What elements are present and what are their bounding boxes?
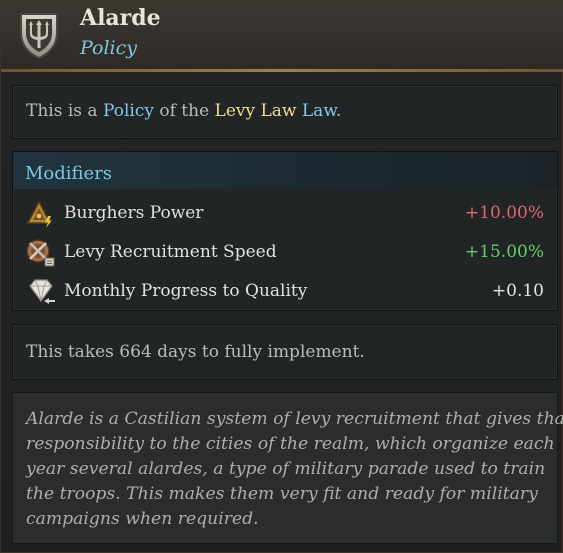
intro-panel: This is a Policy of the Levy Law Law.: [12, 85, 558, 139]
flavor-text: Alarde is a Castilian system of levy rec…: [26, 407, 563, 532]
modifiers-header: Modifiers: [13, 152, 557, 189]
policy-link[interactable]: Policy: [103, 101, 154, 121]
modifier-value: +15.00%: [464, 242, 544, 262]
implementation-text: This takes 664 days to fully implement.: [26, 342, 365, 362]
modifier-label: Burghers Power: [64, 203, 204, 223]
flavor-line: year several alardes, a type of military…: [26, 459, 546, 479]
modifier-row[interactable]: Monthly Progress to Quality +0.10: [13, 274, 557, 308]
tooltip-header: Alarde Policy: [1, 1, 563, 71]
levy-recruitment-icon: [24, 236, 56, 268]
flavor-panel: Alarde is a Castilian system of levy rec…: [12, 392, 563, 544]
flavor-line: the troops. This makes them very fit and…: [26, 484, 538, 504]
flavor-line: campaigns when required.: [26, 509, 259, 529]
modifier-label: Monthly Progress to Quality: [64, 281, 308, 301]
shield-trident-icon: [15, 9, 63, 61]
intro-text: This is a Policy of the Levy Law Law.: [26, 101, 342, 121]
modifiers-title: Modifiers: [25, 163, 113, 184]
policy-tooltip: Alarde Policy This is a Policy of the Le…: [0, 0, 563, 553]
modifier-label: Levy Recruitment Speed: [64, 242, 277, 262]
quality-gem-icon: [24, 275, 56, 307]
policy-type-label[interactable]: Policy: [80, 37, 137, 59]
modifier-value: +0.10: [491, 281, 544, 301]
flavor-line: Alarde is a Castilian system of levy rec…: [26, 409, 563, 429]
implementation-panel: This takes 664 days to fully implement.: [12, 324, 558, 380]
header-divider: [1, 69, 563, 72]
modifier-row[interactable]: Levy Recruitment Speed +15.00%: [13, 235, 557, 269]
modifier-value: +10.00%: [464, 203, 544, 223]
modifiers-panel: Modifiers Burghers Power +10.00% Levy Re…: [12, 151, 558, 311]
law-name-link[interactable]: Levy Law: [215, 101, 297, 121]
modifier-row[interactable]: Burghers Power +10.00%: [13, 196, 557, 230]
law-link[interactable]: Law: [302, 101, 336, 121]
policy-title: Alarde: [80, 5, 161, 31]
burghers-power-icon: [24, 197, 56, 229]
flavor-line: responsibility to the cities of the real…: [26, 434, 555, 454]
